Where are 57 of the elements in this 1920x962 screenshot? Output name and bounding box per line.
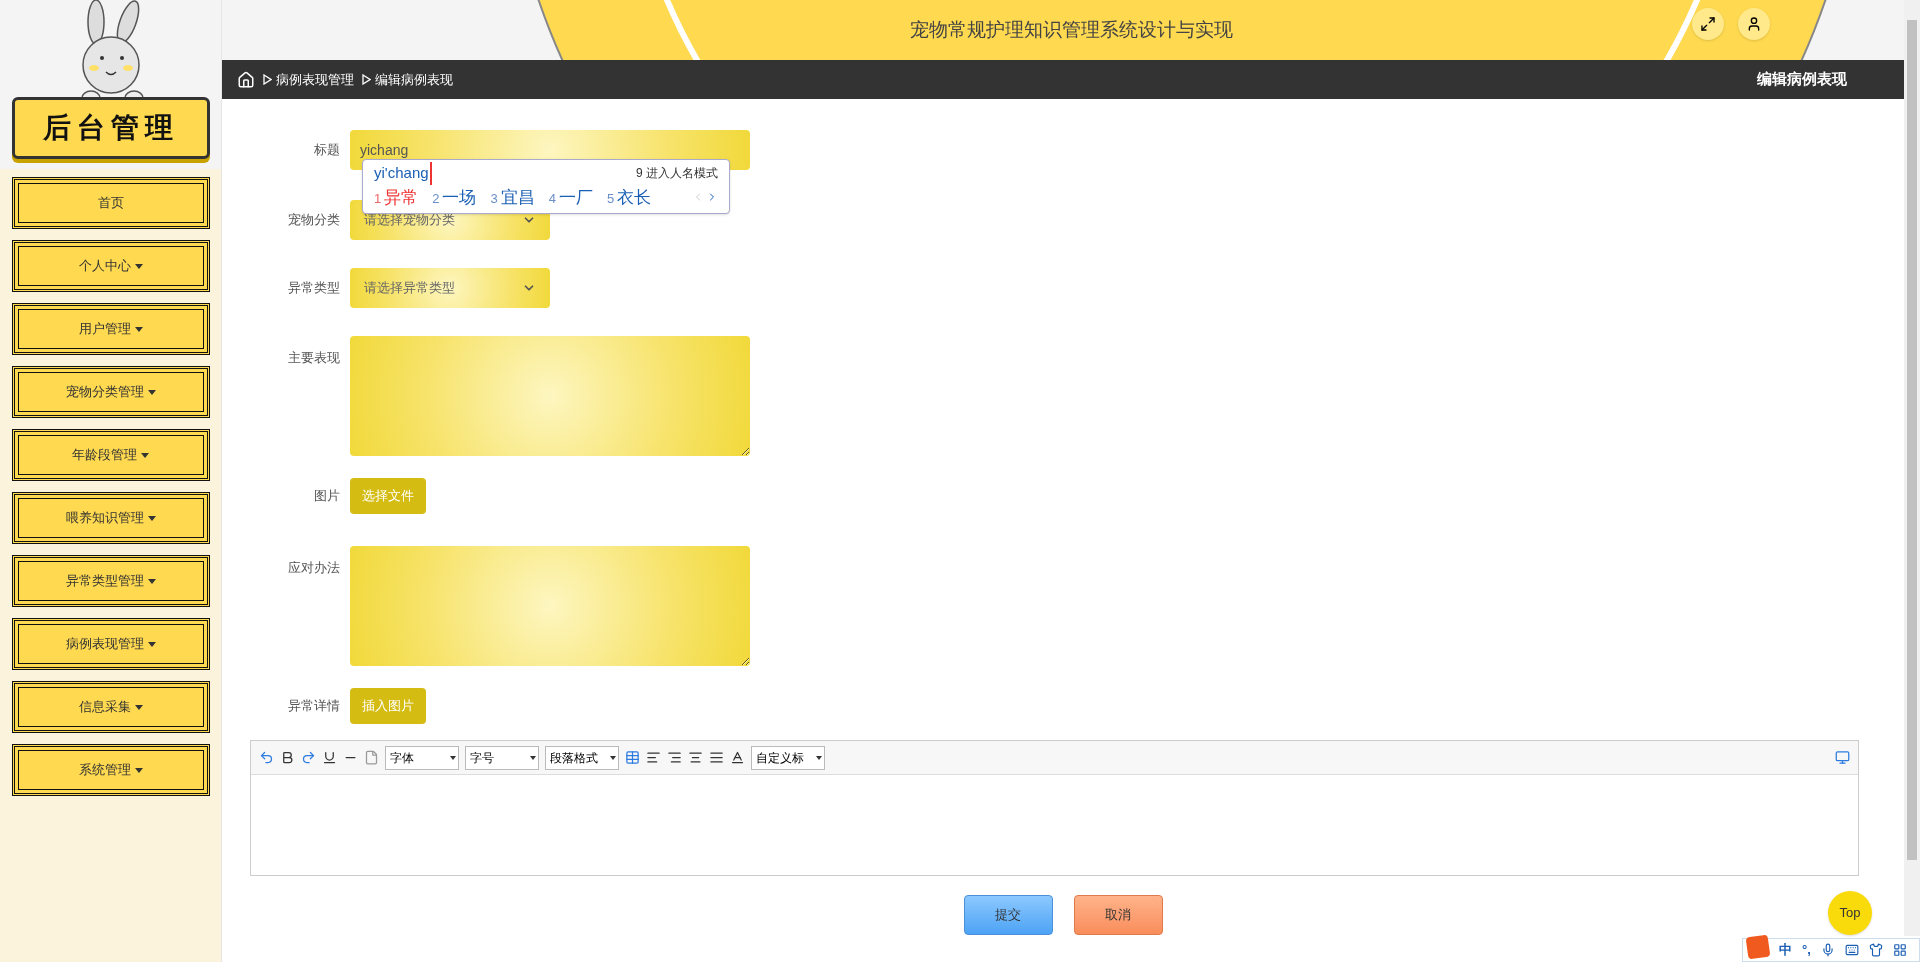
table-icon[interactable]: [625, 750, 640, 765]
select-field[interactable]: 请选择异常类型: [350, 268, 550, 308]
underline-icon[interactable]: [322, 750, 337, 765]
align-justify-icon[interactable]: [709, 750, 724, 765]
sidebar-item[interactable]: 异常类型管理: [11, 555, 210, 607]
sidebar-item[interactable]: 用户管理: [11, 303, 210, 355]
grid-icon[interactable]: [1892, 943, 1907, 957]
back-to-top-button[interactable]: Top: [1828, 891, 1872, 935]
sidebar-item[interactable]: 系统管理: [11, 744, 210, 796]
toolbar-dropdown[interactable]: 自定义标: [751, 745, 825, 770]
submit-button[interactable]: 提交: [963, 895, 1053, 935]
sidebar-item[interactable]: 年龄段管理: [11, 429, 210, 481]
fullscreen-icon[interactable]: [1835, 750, 1850, 765]
page-icon[interactable]: [364, 750, 379, 765]
home-icon[interactable]: [237, 70, 255, 89]
sidebar-item[interactable]: 首页: [11, 177, 210, 229]
ime-composition: yi'chang: [374, 162, 432, 185]
sidebar-item[interactable]: 病例表现管理: [11, 618, 210, 670]
sidebar-item[interactable]: 宠物分类管理: [11, 366, 210, 418]
bold-icon[interactable]: [280, 750, 295, 765]
expand-icon: [1700, 16, 1716, 32]
toolbar-dropdown[interactable]: 字体: [385, 745, 459, 770]
redo-icon[interactable]: [301, 750, 316, 765]
sidebar-item[interactable]: 信息采集: [11, 681, 210, 733]
undo-icon[interactable]: [259, 750, 274, 765]
field-label: 异常详情: [287, 697, 341, 716]
sidebar-item[interactable]: 喂养知识管理: [11, 492, 210, 544]
align-left-icon[interactable]: [646, 750, 661, 765]
breadcrumb-link[interactable]: 编辑病例表现: [375, 69, 453, 90]
ime-mode[interactable]: 中: [1779, 940, 1792, 960]
ime-punctuation[interactable]: °,: [1802, 940, 1811, 960]
field-label: 标题: [313, 141, 341, 160]
scrollbar-thumb[interactable]: [1907, 20, 1917, 860]
toolbar-dropdown[interactable]: 字号: [465, 745, 539, 770]
triangle-icon: [362, 74, 371, 85]
triangle-icon: [263, 74, 272, 85]
field-label: 宠物分类: [287, 211, 341, 230]
field-label: 图片: [313, 487, 341, 506]
field-label: 应对办法: [287, 559, 341, 577]
app-title: 宠物常规护理知识管理系统设计与实现: [909, 17, 1233, 42]
sidebar-item[interactable]: 个人中心: [11, 240, 210, 292]
align-center-icon[interactable]: [688, 750, 703, 765]
align-right-icon[interactable]: [667, 750, 682, 765]
shirt-icon[interactable]: [1868, 943, 1883, 957]
field-label: 主要表现: [287, 349, 341, 367]
cancel-button[interactable]: 取消: [1073, 895, 1163, 935]
toolbar-dropdown[interactable]: 段落格式: [545, 745, 619, 770]
microphone-icon[interactable]: [1820, 943, 1835, 957]
ime-candidate[interactable]: 5 衣长: [606, 184, 652, 210]
rich-text-editor[interactable]: 字体 字号 段落格式 自定义标: [250, 740, 1859, 876]
user-icon: [1746, 16, 1762, 32]
page-title: 编辑病例表现: [1757, 69, 1847, 90]
keyboard-icon[interactable]: [1844, 943, 1859, 957]
field-label: 异常类型: [287, 279, 341, 298]
breadcrumb-link[interactable]: 病例表现管理: [276, 69, 354, 90]
ime-candidate[interactable]: 4 一厂: [548, 184, 593, 210]
font-color-icon[interactable]: [730, 750, 745, 765]
